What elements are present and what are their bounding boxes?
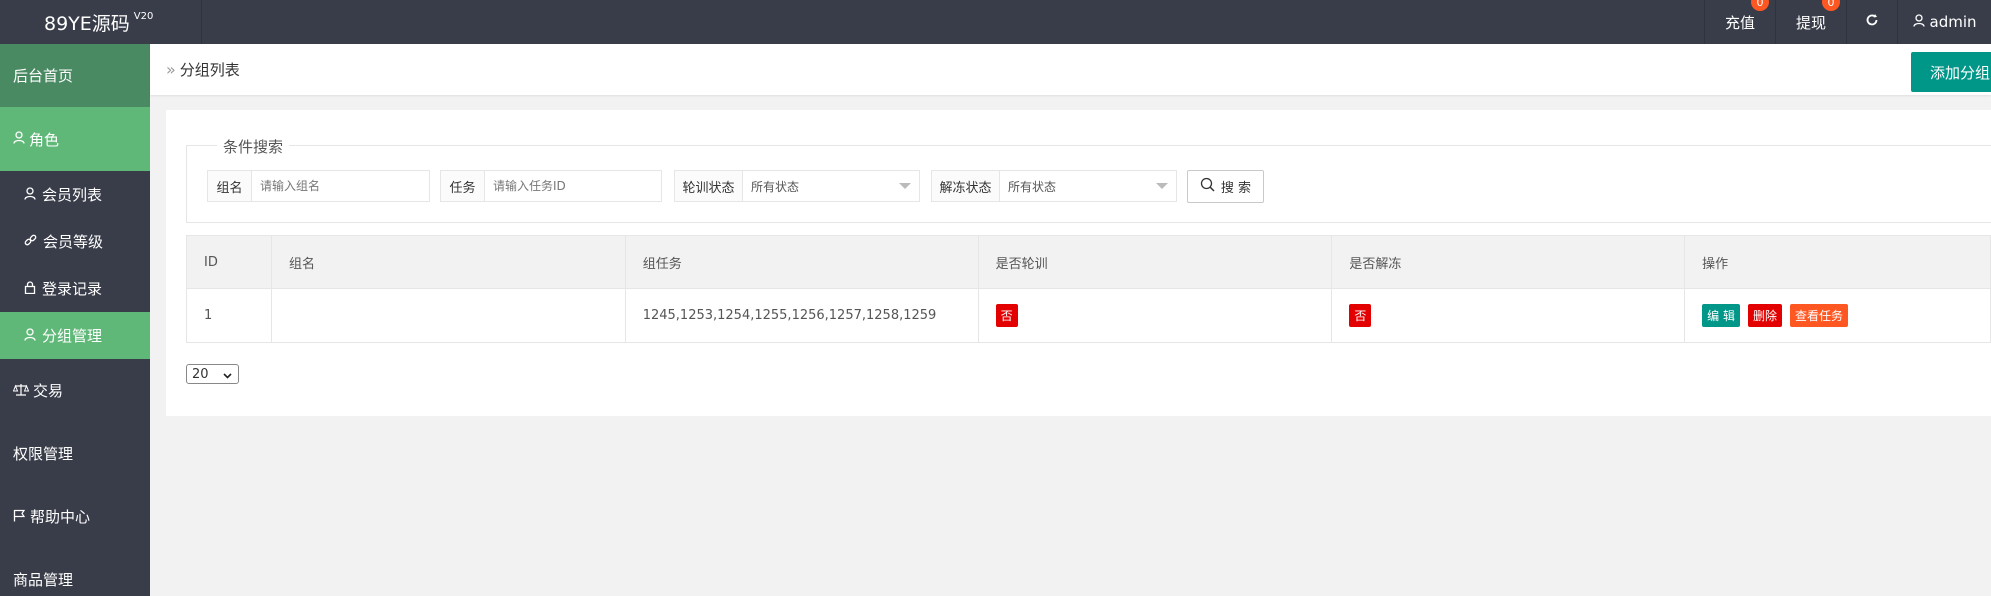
task-label: 任务	[441, 171, 485, 201]
thaw-status-field: 解冻状态 所有状态	[931, 170, 1177, 202]
column-header-id: ID	[186, 235, 272, 289]
page-size-select[interactable]: 20	[186, 364, 239, 384]
train-status-field: 轮训状态 所有状态	[674, 170, 920, 202]
withdraw-badge: 0	[1822, 0, 1840, 11]
sidebar-item-group-manage[interactable]: 分组管理	[0, 312, 150, 359]
column-header-thaw: 是否解冻	[1331, 235, 1686, 289]
column-header-train: 是否轮训	[977, 235, 1333, 289]
train-status-value: 所有状态	[751, 179, 800, 194]
sidebar-item-label: 角色	[29, 130, 60, 149]
sidebar-item-trade[interactable]: 交易	[0, 359, 150, 422]
sidebar-item-label: 分组管理	[42, 327, 103, 345]
refresh-icon	[1865, 13, 1879, 31]
lock-icon	[24, 280, 36, 298]
logo-text: 89YE源码	[44, 12, 130, 35]
cell-id: 1	[186, 288, 272, 343]
link-icon	[24, 233, 37, 251]
sidebar: 后台首页 角色 会员列表 会员等级 登录记录 分组管理 交易 权限管理 帮助中心…	[0, 44, 150, 596]
user-icon	[24, 186, 36, 204]
sidebar-item-home[interactable]: 后台首页	[0, 44, 150, 107]
caret-down-icon	[1156, 183, 1168, 189]
table-row: 1 1245,1253,1254,1255,1256,1257,1258,125…	[186, 288, 1991, 343]
thaw-status-select[interactable]: 所有状态	[1000, 171, 1176, 201]
cell-actions: 编 辑删除 查看任务	[1684, 288, 1991, 343]
sidebar-item-role[interactable]: 角色	[0, 107, 150, 171]
sidebar-item-permission[interactable]: 权限管理	[0, 422, 150, 485]
status-badge: 否	[1349, 304, 1372, 327]
withdraw-button[interactable]: 提现 0	[1775, 0, 1846, 44]
user-icon	[13, 130, 25, 148]
breadcrumb: » 分组列表	[150, 44, 1991, 95]
page-size-value: 20	[192, 366, 209, 382]
cell-name	[270, 288, 626, 343]
recharge-label: 充值	[1725, 13, 1756, 32]
status-badge: 否	[995, 304, 1018, 327]
search-button-label: 搜 索	[1220, 181, 1252, 196]
thaw-status-label: 解冻状态	[932, 171, 1000, 201]
sidebar-item-label: 会员列表	[42, 186, 103, 204]
user-name: admin	[1929, 13, 1977, 31]
caret-down-icon	[899, 183, 911, 189]
flag-icon	[13, 508, 26, 526]
cell-train: 否	[977, 288, 1333, 343]
sidebar-item-member-list[interactable]: 会员列表	[0, 171, 150, 218]
sidebar-item-label: 会员等级	[43, 233, 104, 251]
user-icon	[24, 327, 36, 345]
table-header-row: ID 组名 组任务 是否轮训 是否解冻 操作	[186, 235, 1991, 289]
search-icon	[1200, 177, 1215, 196]
content-card: 条件搜索 组名 任务 轮训状态 所有状态 解冻状态 所有状态	[166, 110, 1991, 416]
sidebar-item-label: 交易	[33, 382, 64, 400]
top-actions: 充值 0 提现 0 admin	[1704, 0, 1991, 44]
column-header-tasks: 组任务	[624, 235, 979, 289]
view-tasks-button[interactable]: 查看任务	[1790, 304, 1849, 327]
edit-button[interactable]: 编 辑	[1702, 304, 1740, 327]
chevron-down-icon	[223, 369, 232, 384]
task-input[interactable]	[485, 171, 660, 201]
sidebar-item-label: 帮助中心	[30, 508, 91, 526]
sidebar-item-help[interactable]: 帮助中心	[0, 485, 150, 548]
search-legend: 条件搜索	[217, 136, 290, 157]
sidebar-item-label: 权限管理	[13, 445, 74, 463]
sidebar-item-label: 后台首页	[13, 67, 74, 85]
sidebar-item-label: 登录记录	[42, 280, 103, 298]
recharge-button[interactable]: 充值 0	[1704, 0, 1775, 44]
add-group-button[interactable]: 添加分组	[1911, 52, 1991, 92]
group-name-input[interactable]	[252, 171, 428, 201]
sidebar-item-goods[interactable]: 商品管理	[0, 548, 150, 596]
cell-thaw: 否	[1331, 288, 1686, 343]
thaw-status-value: 所有状态	[1008, 179, 1057, 194]
user-menu[interactable]: admin	[1897, 0, 1991, 44]
group-table: ID 组名 组任务 是否轮训 是否解冻 操作 1 1245,1253,1254,…	[186, 235, 1991, 343]
train-status-select[interactable]: 所有状态	[743, 171, 919, 201]
scale-icon	[12, 382, 30, 400]
page-title: 分组列表	[179, 61, 240, 79]
delete-button[interactable]: 删除	[1747, 304, 1782, 327]
column-header-name: 组名	[270, 235, 626, 289]
user-icon	[1912, 13, 1925, 31]
sidebar-item-label: 商品管理	[13, 571, 74, 589]
cell-tasks: 1245,1253,1254,1255,1256,1257,1258,1259	[624, 288, 979, 343]
top-header: 89YE源码 V20 充值 0 提现 0 admin	[0, 0, 1991, 44]
logo-version: V20	[133, 10, 154, 22]
column-header-actions: 操作	[1684, 235, 1991, 289]
train-status-label: 轮训状态	[675, 171, 743, 201]
sidebar-item-member-level[interactable]: 会员等级	[0, 218, 150, 265]
logo[interactable]: 89YE源码 V20	[0, 0, 202, 44]
withdraw-label: 提现	[1796, 13, 1827, 32]
refresh-button[interactable]	[1846, 0, 1897, 44]
group-name-field: 组名	[207, 170, 430, 202]
task-field: 任务	[440, 170, 662, 202]
sidebar-item-login-log[interactable]: 登录记录	[0, 265, 150, 312]
group-name-label: 组名	[208, 171, 252, 201]
search-fieldset: 条件搜索 组名 任务 轮训状态 所有状态 解冻状态 所有状态	[186, 136, 1991, 223]
double-chevron-right-icon: »	[166, 60, 176, 79]
search-button[interactable]: 搜 索	[1187, 170, 1264, 203]
recharge-badge: 0	[1751, 0, 1769, 11]
